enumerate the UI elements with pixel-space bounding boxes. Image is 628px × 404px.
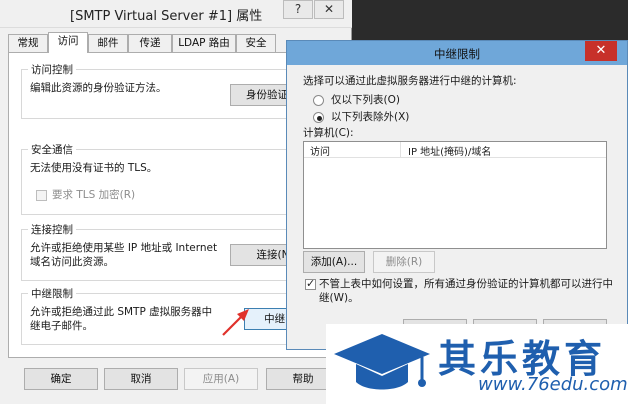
watermark: 其乐教育 www.76edu.com bbox=[326, 324, 628, 404]
tab-delivery[interactable]: 传递 bbox=[128, 34, 172, 52]
access-control-heading: 访问控制 bbox=[28, 62, 76, 77]
tab-security[interactable]: 安全 bbox=[236, 34, 276, 52]
ok-button[interactable]: 确定 bbox=[24, 368, 98, 390]
relay-desc-line2: 继电子邮件。 bbox=[30, 320, 93, 332]
relay-dialog-title: 中继限制 bbox=[434, 47, 480, 61]
auth-relay-checkbox[interactable] bbox=[305, 277, 316, 290]
connection-control-heading: 连接控制 bbox=[28, 222, 76, 237]
relay-prompt: 选择可以通过此虚拟服务器进行中继的计算机: bbox=[303, 75, 517, 87]
secure-comm-desc: 无法使用没有证书的 TLS。 bbox=[30, 162, 158, 174]
column-access[interactable]: 访问 bbox=[310, 143, 330, 158]
column-ip-domain[interactable]: IP 地址(掩码)/域名 bbox=[408, 143, 491, 158]
close-title-button[interactable]: ✕ bbox=[314, 0, 344, 19]
require-tls-label: 要求 TLS 加密(R) bbox=[52, 189, 136, 201]
relay-desc-line1: 允许或拒绝通过此 SMTP 虚拟服务器中 bbox=[30, 306, 213, 318]
auth-relay-label-line1: 不管上表中如何设置，所有通过身份验证的计算机都可以进行中 bbox=[319, 278, 613, 290]
relay-close-button[interactable]: ✕ bbox=[585, 41, 617, 61]
all-except-list-label: 以下列表除外(X) bbox=[331, 111, 410, 123]
relay-titlebar: 中继限制 ✕ bbox=[287, 41, 627, 65]
connection-desc-line1: 允许或拒绝使用某些 IP 地址或 Internet bbox=[30, 242, 218, 254]
column-divider[interactable] bbox=[400, 142, 401, 157]
require-tls-checkbox[interactable] bbox=[36, 190, 47, 201]
red-arrow-icon bbox=[222, 309, 249, 336]
tab-general[interactable]: 常规 bbox=[8, 34, 48, 52]
only-list-label: 仅以下列表(O) bbox=[331, 94, 400, 106]
tab-access[interactable]: 访问 bbox=[48, 32, 88, 53]
help-title-button[interactable]: ? bbox=[283, 0, 313, 19]
computers-label: 计算机(C): bbox=[303, 127, 354, 139]
tab-ldap-routing[interactable]: LDAP 路由 bbox=[172, 34, 236, 52]
relay-restrictions-dialog: 中继限制 ✕ 选择可以通过此虚拟服务器进行中继的计算机: 仅以下列表(O) 以下… bbox=[286, 40, 628, 350]
tab-messages[interactable]: 邮件 bbox=[88, 34, 128, 52]
add-button[interactable]: 添加(A)... bbox=[303, 251, 365, 273]
secure-comm-heading: 安全通信 bbox=[28, 142, 76, 157]
computers-list[interactable]: 访问 IP 地址(掩码)/域名 bbox=[303, 141, 607, 249]
properties-titlebar: [SMTP Virtual Server #1] 属性 ? ✕ bbox=[0, 0, 352, 28]
connection-desc-line2: 域名访问此资源。 bbox=[30, 256, 114, 268]
relay-restrictions-heading: 中继限制 bbox=[28, 286, 76, 301]
properties-title: [SMTP Virtual Server #1] 属性 bbox=[70, 9, 263, 24]
access-control-desc: 编辑此资源的身份验证方法。 bbox=[30, 82, 167, 94]
cancel-button[interactable]: 取消 bbox=[104, 368, 178, 390]
watermark-url: www.76edu.com bbox=[478, 374, 628, 395]
all-except-list-radio[interactable] bbox=[313, 112, 324, 123]
computers-list-header: 访问 IP 地址(掩码)/域名 bbox=[304, 142, 606, 158]
auth-relay-label-line2: 继(W)。 bbox=[319, 292, 359, 304]
apply-button[interactable]: 应用(A) bbox=[184, 368, 258, 390]
only-list-radio[interactable] bbox=[313, 95, 324, 106]
graduation-cap-logo-icon bbox=[334, 334, 430, 390]
remove-button[interactable]: 删除(R) bbox=[373, 251, 435, 273]
